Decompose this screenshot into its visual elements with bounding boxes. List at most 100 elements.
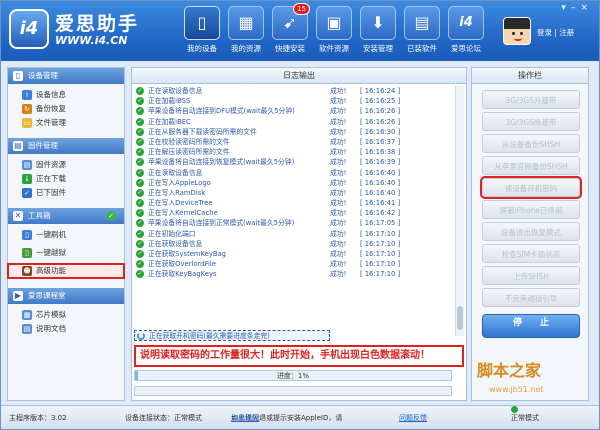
log-message: 正在获取设备信息 bbox=[148, 239, 203, 248]
success-check-icon: ✓ bbox=[136, 229, 144, 238]
watermark: 脚本之家 bbox=[477, 361, 542, 380]
nav-my-device[interactable]: ▯ 我的设备 bbox=[181, 6, 223, 58]
nav-label: 已装软件 bbox=[407, 44, 437, 53]
sidebar-section-course[interactable]: ▶ 爱思课程堂 bbox=[8, 288, 124, 304]
operation-button[interactable]: 3G/3GS升基带 bbox=[482, 90, 580, 109]
sidebar-item-docs[interactable]: ▤ 说明文档 bbox=[8, 322, 124, 336]
operations-title: 操作栏 bbox=[472, 68, 588, 84]
current-log-text: 正在获取开机密码(最久需要进度条走完) bbox=[149, 332, 270, 340]
log-row: ✓ 苹果设备将自动连接到正常模式(wait最久5分钟) 成功! [ 16:17:05 … bbox=[134, 218, 452, 228]
log-status: 成功! bbox=[330, 97, 347, 106]
device-manage-icon: ▯ bbox=[13, 71, 23, 81]
progress-bar: 进度：1% bbox=[134, 370, 452, 381]
log-row: ✓ 正在加载iBSS 成功! [ 16:16:25 ] bbox=[134, 96, 452, 106]
log-row: ✓ 正在写入KernelCache 成功! [ 16:16:42 ] bbox=[134, 208, 452, 218]
logo-icon: i4 bbox=[9, 9, 49, 49]
check-icon: ✓ bbox=[106, 211, 116, 221]
success-check-icon: ✓ bbox=[136, 178, 144, 187]
sidebar-item-label: 固件资源 bbox=[36, 160, 66, 169]
log-status: 成功! bbox=[330, 199, 347, 208]
log-row: ✓ 正在从服务器下载读密码所需的文件 成功! [ 16:16:30 ] bbox=[134, 127, 452, 137]
operation-button[interactable]: 不完美越狱引导 bbox=[482, 288, 580, 307]
log-status: 成功! bbox=[330, 158, 347, 167]
log-message: 苹果设备将自动连接到正常模式(wait最久5分钟) bbox=[148, 219, 295, 228]
log-scrollbar[interactable] bbox=[455, 86, 464, 336]
stop-button[interactable]: 停 止 bbox=[482, 314, 580, 338]
operation-button[interactable]: 屏蔽iPhone已停用 bbox=[482, 200, 580, 219]
nav-software[interactable]: ▣ 软件资源 bbox=[313, 6, 355, 58]
operation-button[interactable]: 从苹果官网备份SHSH bbox=[482, 156, 580, 175]
feedback-link[interactable]: 问题反馈 bbox=[399, 406, 427, 430]
log-row: ✓ 正在读取设备信息 成功! [ 16:16:40 ] bbox=[134, 168, 452, 178]
log-message: 正在写入AppleLogo bbox=[148, 178, 211, 187]
sidebar-item-firmware-resources[interactable]: ▤ 固件资源 bbox=[8, 158, 124, 172]
log-time: [ 16:16:41 ] bbox=[360, 199, 401, 208]
operations-panel: 操作栏 3G/3GS升基带 3G/3GS降基带 从设备备份SHSH 从苹果官网备份SH… bbox=[471, 67, 589, 401]
firmware-manage-icon: ▤ bbox=[13, 141, 23, 151]
sidebar-item-chip-sim[interactable]: ▦ 芯片模拟 bbox=[8, 308, 124, 322]
log-time: [ 16:16:37 ] bbox=[360, 137, 401, 146]
success-check-icon: ✓ bbox=[136, 117, 144, 126]
sidebar-item-downloading[interactable]: ↓ 正在下载 bbox=[8, 172, 124, 186]
log-row: ✓ 正在写入DeviceTree 成功! [ 16:16:41 ] bbox=[134, 198, 452, 208]
quick-install-icon: ➹ 15 bbox=[272, 3, 310, 40]
sidebar-item-backup[interactable]: ↻ 备份恢复 bbox=[8, 102, 124, 116]
scrollbar-thumb[interactable] bbox=[457, 306, 463, 330]
log-message: 正在从服务器下载读密码所需的文件 bbox=[148, 127, 257, 136]
log-status: 成功! bbox=[330, 87, 347, 95]
close-icon[interactable]: × bbox=[580, 3, 593, 13]
operation-button[interactable]: 检查SIM卡锁状态 bbox=[482, 244, 580, 263]
repair-link[interactable]: 点此修复 bbox=[231, 406, 259, 430]
nav-label: 软件资源 bbox=[319, 44, 349, 53]
toolbox-icon: ✕ bbox=[13, 211, 23, 221]
download-icon: ↓ bbox=[22, 174, 32, 184]
nav-my-resources[interactable]: ▦ 我的资源 bbox=[225, 6, 267, 58]
forum-icon: i4 bbox=[448, 6, 484, 40]
annotation-note: 说明读取密码的工作量很大！此时开始，手机出现白色数据滚动！ bbox=[134, 345, 464, 367]
log-status: 成功! bbox=[330, 178, 347, 187]
operation-button[interactable]: 上传SHSH bbox=[482, 266, 580, 285]
sidebar-item-files[interactable]: ▭ 文件管理 bbox=[8, 116, 124, 130]
success-check-icon: ✓ bbox=[136, 107, 144, 116]
sidebar-section-device[interactable]: ▯ 设备管理 bbox=[8, 68, 124, 84]
log-row: ✓ 苹果设备将自动连接到恢复模式(wait最久5分钟) 成功! [ 16:16:39 … bbox=[134, 157, 452, 167]
log-status: 成功! bbox=[330, 270, 347, 279]
log-message: 正在写入DeviceTree bbox=[148, 199, 213, 208]
nav-label: 我的设备 bbox=[187, 44, 217, 53]
nav-install-manage[interactable]: ⬇ 安装管理 bbox=[357, 6, 399, 58]
operation-button[interactable]: 3G/3GS降基带 bbox=[482, 112, 580, 131]
sidebar-item-advanced[interactable]: ☻ 高级功能 bbox=[7, 263, 125, 279]
sidebar-item-one-click-jailbreak[interactable]: ▯ 一键越狱 bbox=[8, 246, 124, 260]
operation-button[interactable]: 从设备备份SHSH bbox=[482, 134, 580, 153]
sidebar-item-label: 文件管理 bbox=[36, 118, 66, 127]
chip-icon: ▦ bbox=[22, 310, 32, 320]
app-url: WWW.i4.CN bbox=[55, 34, 128, 47]
nav-installed[interactable]: ▤ 已装软件 bbox=[401, 6, 443, 58]
log-status: 成功! bbox=[330, 260, 347, 269]
log-row: ✓ 正在读取设备信息 成功! [ 16:16:24 ] bbox=[134, 86, 452, 96]
sidebar-item-label: 一键越狱 bbox=[36, 248, 66, 257]
connection-status: 设备连接状态：正常模式 bbox=[125, 414, 202, 422]
success-check-icon: ✓ bbox=[136, 168, 144, 177]
operation-button[interactable]: 设备退出恢复模式 bbox=[482, 222, 580, 241]
backup-icon: ↻ bbox=[22, 104, 32, 114]
log-status: 成功! bbox=[330, 168, 347, 177]
log-message: 正在写入KernelCache bbox=[148, 209, 218, 218]
sidebar-item-downloaded[interactable]: ✓ 已下固件 bbox=[8, 186, 124, 200]
menu-icon[interactable]: ▾ bbox=[561, 3, 571, 13]
sidebar-section-toolbox[interactable]: ✕ 工具箱 ✓ bbox=[8, 208, 124, 224]
nav-quick-install[interactable]: ➹ 15 快捷安装 bbox=[269, 3, 311, 58]
log-time: [ 16:16:42 ] bbox=[360, 209, 401, 218]
log-message: 正在获取OverlordFile bbox=[148, 260, 216, 269]
sidebar-item-device-info[interactable]: i 设备信息 bbox=[8, 88, 124, 102]
sidebar-item-one-click-flash[interactable]: ▯ 一键刷机 bbox=[8, 228, 124, 242]
sidebar-section-firmware[interactable]: ▤ 固件管理 bbox=[8, 138, 124, 154]
operation-button[interactable]: 读设备开机密码 bbox=[480, 176, 582, 199]
avatar[interactable] bbox=[503, 17, 531, 45]
log-title: 日志输出 bbox=[132, 68, 466, 84]
log-time: [ 16:17:10 ] bbox=[360, 270, 401, 279]
login-register-link[interactable]: 登录 | 注册 bbox=[537, 27, 574, 38]
success-check-icon: ✓ bbox=[136, 158, 144, 167]
nav-label: 我的资源 bbox=[231, 44, 261, 53]
nav-forum[interactable]: i4 爱思论坛 bbox=[445, 6, 487, 58]
